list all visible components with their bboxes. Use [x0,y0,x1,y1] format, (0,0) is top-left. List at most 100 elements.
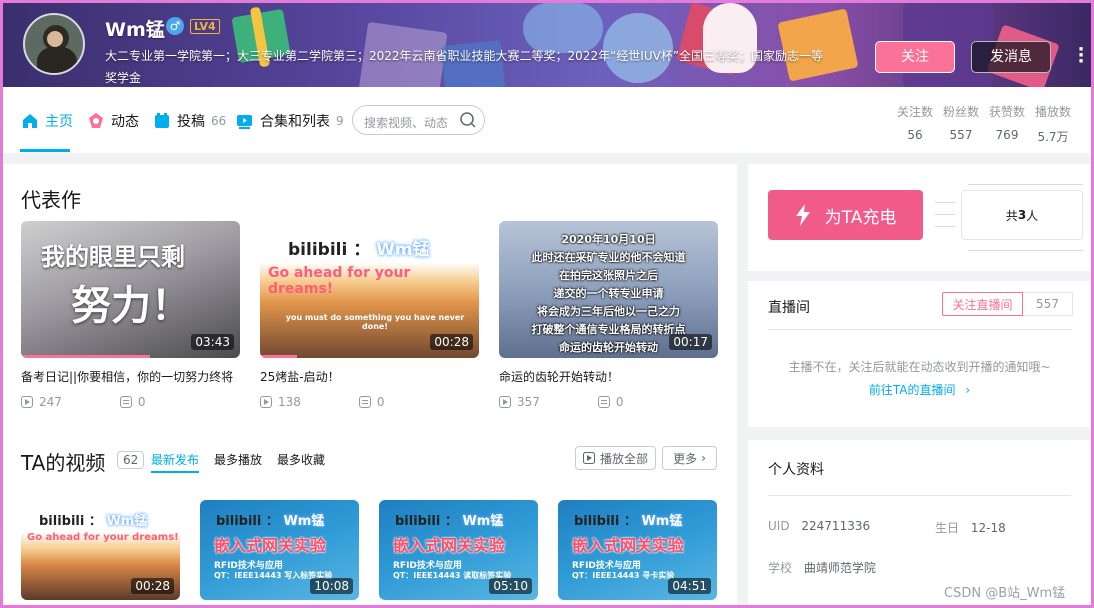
tab-dynamic[interactable]: 动态 [87,111,139,131]
stat-fans[interactable]: 粉丝数 557 [936,103,986,142]
tab-home[interactable]: 主页 [21,111,73,131]
video-thumbnail[interactable]: bilibili ： Wm锰 Go ahead for your dreams!… [21,500,180,600]
danmaku-icon [358,396,371,408]
video-title[interactable]: 25烤盐-启动！ [260,368,479,385]
circuit-line [935,214,955,215]
video-duration: 00:28 [131,578,174,594]
play-count-icon [499,396,511,408]
avatar[interactable] [23,13,85,75]
brand-separator: ： [444,514,458,529]
stat-label: 粉丝数 [942,105,979,119]
stat-likes: 获赞数 769 [982,103,1032,142]
masterpiece-video-card[interactable]: 我的眼里只剩 努力！ 03:43 备考日记||你要相信，你的一切努力终将 247… [21,221,240,409]
video-duration: 00:28 [430,334,473,350]
username[interactable]: Wm锰 [105,15,165,42]
video-title[interactable]: 命运的齿轮开始转动！ [499,368,718,385]
follow-live-button[interactable]: 关注直播间 [942,292,1023,316]
active-tab-indicator [20,149,70,152]
profile-banner: Wm锰 ♂ LV4 大二专业第一学院第一；大三专业第二学院第三；2022年云南省… [3,3,1091,87]
bilibili-logo: bilibili ： Wm锰 [574,510,682,529]
tab-collections[interactable]: 合集和列表 9 [236,111,344,131]
danmaku-icon [119,396,132,408]
profile-nav: 主页 动态 投稿 66 合集和列表 9 搜索视频、动态 关注数 56 粉丝数 5… [3,87,1091,153]
tab-label: 合集和列表 [260,114,330,130]
stat-label: 获赞数 [988,105,1025,119]
live-link-label: 前往TA的直播间 [868,383,956,397]
school-row: 学校 曲靖师范学院 [768,559,876,576]
video-count-badge: 62 [117,451,145,469]
circuit-line [935,202,955,203]
stat-plays: 播放数 5.7万 [1028,103,1078,145]
charge-button[interactable]: 为TA充电 [768,190,923,240]
send-message-button[interactable]: 发消息 [971,41,1051,73]
bilibili-logo: bilibili ： Wm锰 [216,510,324,529]
video-meta: 247 0 [21,395,240,409]
thumbnail-caption: 将会成为三年后他以一己之力 [537,305,680,318]
video-duration: 10:08 [310,578,353,594]
thumbnail-caption: you must do something you have never don… [285,313,465,331]
subtab-latest[interactable]: 最新发布 [151,451,199,468]
charge-panel: 为TA充电 共 3 人 [748,164,1091,271]
circuit-line [968,250,1083,251]
school-value[interactable]: 曲靖师范学院 [804,561,876,575]
lightning-icon [795,204,810,226]
play-all-button[interactable]: 播放全部 [575,446,656,470]
uid-label: UID [768,519,790,533]
brand-separator: ： [623,514,637,529]
live-room-title: 直播间 [768,300,810,316]
divider [768,495,1071,496]
uid-value[interactable]: 224711336 [801,519,870,533]
charge-label: 为TA充电 [824,207,897,228]
video-thumbnail[interactable]: 我的眼里只剩 努力！ 03:43 [21,221,240,358]
brand-separator: ： [265,514,279,529]
video-thumbnail[interactable]: bilibili ： Wm锰 嵌入式网关实验 RFID技术与应用 QT：IEEE… [379,500,538,600]
charge-count-suffix: 人 [1026,208,1039,223]
masterpiece-video-card[interactable]: bilibili ： Wm锰 Go ahead for your dreams!… [260,221,479,409]
subtab-most-played[interactable]: 最多播放 [214,451,262,468]
school-label: 学校 [768,561,793,575]
video-thumbnail[interactable]: 2020年10月10日 此时还在采矿专业的他不会知道 在拍完这张照片之后 递交的… [499,221,718,358]
tab-label: 投稿 [177,114,205,130]
follow-button[interactable]: 关注 [875,41,955,73]
birthday-value: 12-18 [970,521,1006,535]
stat-following[interactable]: 关注数 56 [890,103,940,142]
video-duration: 03:43 [191,334,234,350]
chevron-right-icon: › [701,451,706,465]
go-to-live-room-link[interactable]: 前往TA的直播间 › [748,381,1091,398]
circuit-line [935,226,955,227]
tab-submissions[interactable]: 投稿 66 [153,111,226,131]
stat-value: 5.7万 [1037,130,1069,144]
search-input[interactable]: 搜索视频、动态 [352,105,485,135]
video-duration: 05:10 [489,578,532,594]
brand-name: Wm锰 [106,514,148,529]
live-empty-message: 主播不在，关注后就能在动态收到开播的通知哦~ [788,360,1051,374]
subtab-most-favorited[interactable]: 最多收藏 [277,451,325,468]
play-count-icon [260,396,272,408]
brand-separator: ： [88,514,102,529]
danmaku-count: 0 [615,395,624,409]
danmaku-count: 0 [376,395,385,409]
masterpiece-video-card[interactable]: 2020年10月10日 此时还在采矿专业的他不会知道 在拍完这张照片之后 递交的… [499,221,718,409]
level-badge: LV4 [190,19,220,34]
video-thumbnail[interactable]: bilibili ： Wm锰 嵌入式网关实验 RFID技术与应用 QT：IEEE… [558,500,717,600]
active-subtab-indicator [151,471,199,473]
search-icon[interactable] [459,111,477,129]
brand-text: bilibili [39,514,85,529]
brand-name: Wm锰 [462,514,504,529]
video-thumbnail[interactable]: bilibili ： Wm锰 Go ahead for your dreams!… [260,221,479,358]
video-duration: 00:17 [669,334,712,350]
video-duration: 04:51 [668,578,711,594]
charge-count[interactable]: 共 3 人 [961,190,1083,240]
stat-value: 769 [995,128,1019,142]
video-title[interactable]: 备考日记||你要相信，你的一切努力终将 [21,368,240,385]
divider [768,329,1071,330]
more-options-icon[interactable]: · · · [1077,41,1085,71]
video-thumbnail[interactable]: bilibili ： Wm锰 嵌入式网关实验 RFID技术与应用 QT：IEEE… [200,500,359,600]
thumbnail-caption: 我的眼里只剩 [41,242,185,271]
more-button[interactable]: 更多 › [662,446,717,470]
stat-label: 关注数 [896,105,933,119]
stat-label: 播放数 [1034,105,1071,119]
tab-count: 66 [211,114,227,128]
play-count-icon [21,396,33,408]
bilibili-logo: bilibili ： Wm锰 [39,510,147,529]
